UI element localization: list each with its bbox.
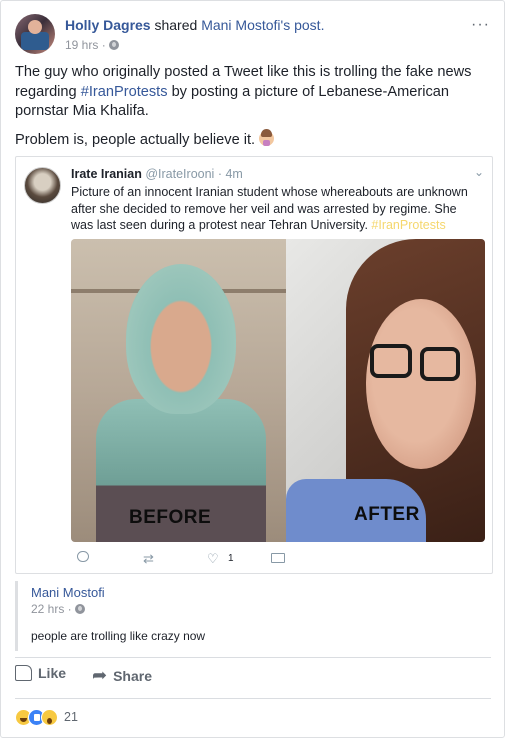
more-options-icon[interactable]: ···: [471, 16, 490, 34]
photo-right-panel: [286, 239, 485, 542]
tweet-like-count: 1: [228, 553, 234, 564]
shared-post-attribution: Mani Mostofi 22 hrs · people are trollin…: [15, 581, 493, 651]
tweet-actions: ⇄ ♡ 1: [71, 551, 371, 569]
tweet-time: · 4m: [217, 167, 243, 181]
post-body: The guy who originally posted a Tweet li…: [15, 63, 485, 159]
thumbs-up-icon: [15, 665, 32, 681]
divider: [15, 657, 491, 658]
tweet-photo[interactable]: BEFORE AFTER: [71, 239, 485, 542]
share-button[interactable]: ➦ Share: [92, 665, 152, 686]
like-heart-icon[interactable]: ♡: [207, 551, 219, 567]
caption-before: BEFORE: [129, 507, 212, 528]
post-text-paragraph-2: Problem is, people actually believe it.: [15, 128, 485, 151]
post-card: Holly Dagres shared Mani Mostofi's post.…: [0, 0, 505, 738]
retweet-icon[interactable]: ⇄: [143, 551, 154, 567]
share-arrow-icon: ➦: [92, 665, 108, 685]
globe-icon: [75, 604, 86, 614]
tweet-author-avatar[interactable]: [24, 167, 61, 204]
tweet-chevron-down-icon[interactable]: ⌄: [474, 165, 484, 179]
post-text-paragraph: The guy who originally posted a Tweet li…: [15, 63, 485, 122]
tweet-author-name[interactable]: Irate Iranian: [71, 167, 142, 181]
reply-icon[interactable]: [77, 551, 89, 562]
globe-icon: [109, 40, 120, 50]
tweet-header: Irate Iranian @IrateIrooni · 4m: [71, 167, 243, 181]
shared-from-link[interactable]: Mani Mostofi's: [201, 17, 290, 33]
share-label: Share: [113, 667, 153, 684]
like-button[interactable]: Like: [15, 665, 66, 681]
reactions-summary[interactable]: 21: [15, 708, 78, 726]
shared-post-time: 22 hrs ·: [31, 602, 86, 616]
wow-reaction-icon: [41, 708, 58, 726]
hashtag-link[interactable]: #IranProtests: [81, 84, 168, 100]
tweet-text: Picture of an innocent Iranian student w…: [71, 184, 481, 234]
post-header: Holly Dagres shared Mani Mostofi's post.…: [15, 14, 490, 58]
caption-after: AFTER: [354, 504, 420, 525]
post-meta: 19 hrs ·: [65, 38, 120, 52]
shared-post-comment: people are trolling like crazy now: [31, 629, 206, 643]
tweet-hashtag[interactable]: #IranProtests: [371, 218, 445, 232]
shared-verb: shared: [154, 17, 198, 33]
embedded-tweet[interactable]: Irate Iranian @IrateIrooni · 4m ⌄ Pictur…: [15, 156, 493, 574]
author-name-link[interactable]: Holly Dagres: [65, 17, 151, 33]
reaction-count[interactable]: 21: [64, 710, 78, 724]
shared-post-timestamp[interactable]: 22 hrs ·: [31, 602, 72, 616]
woman-tipping-hand-emoji-icon: [259, 128, 275, 146]
post-actions: Like ➦ Share: [15, 665, 491, 689]
post-timestamp[interactable]: 19 hrs: [65, 38, 98, 52]
divider: [15, 698, 491, 699]
like-label: Like: [38, 665, 67, 681]
direct-message-icon[interactable]: [271, 553, 285, 563]
author-avatar[interactable]: [15, 14, 55, 54]
meta-separator: ·: [101, 38, 106, 52]
post-text-line2: Problem is, people actually believe it.: [15, 131, 256, 148]
photo-left-panel: [71, 239, 286, 542]
shared-post-author[interactable]: Mani Mostofi: [31, 585, 105, 600]
shared-object-link[interactable]: post.: [294, 17, 324, 33]
post-title: Holly Dagres shared Mani Mostofi's post.: [65, 17, 324, 33]
tweet-author-handle[interactable]: @IrateIrooni: [145, 167, 214, 181]
